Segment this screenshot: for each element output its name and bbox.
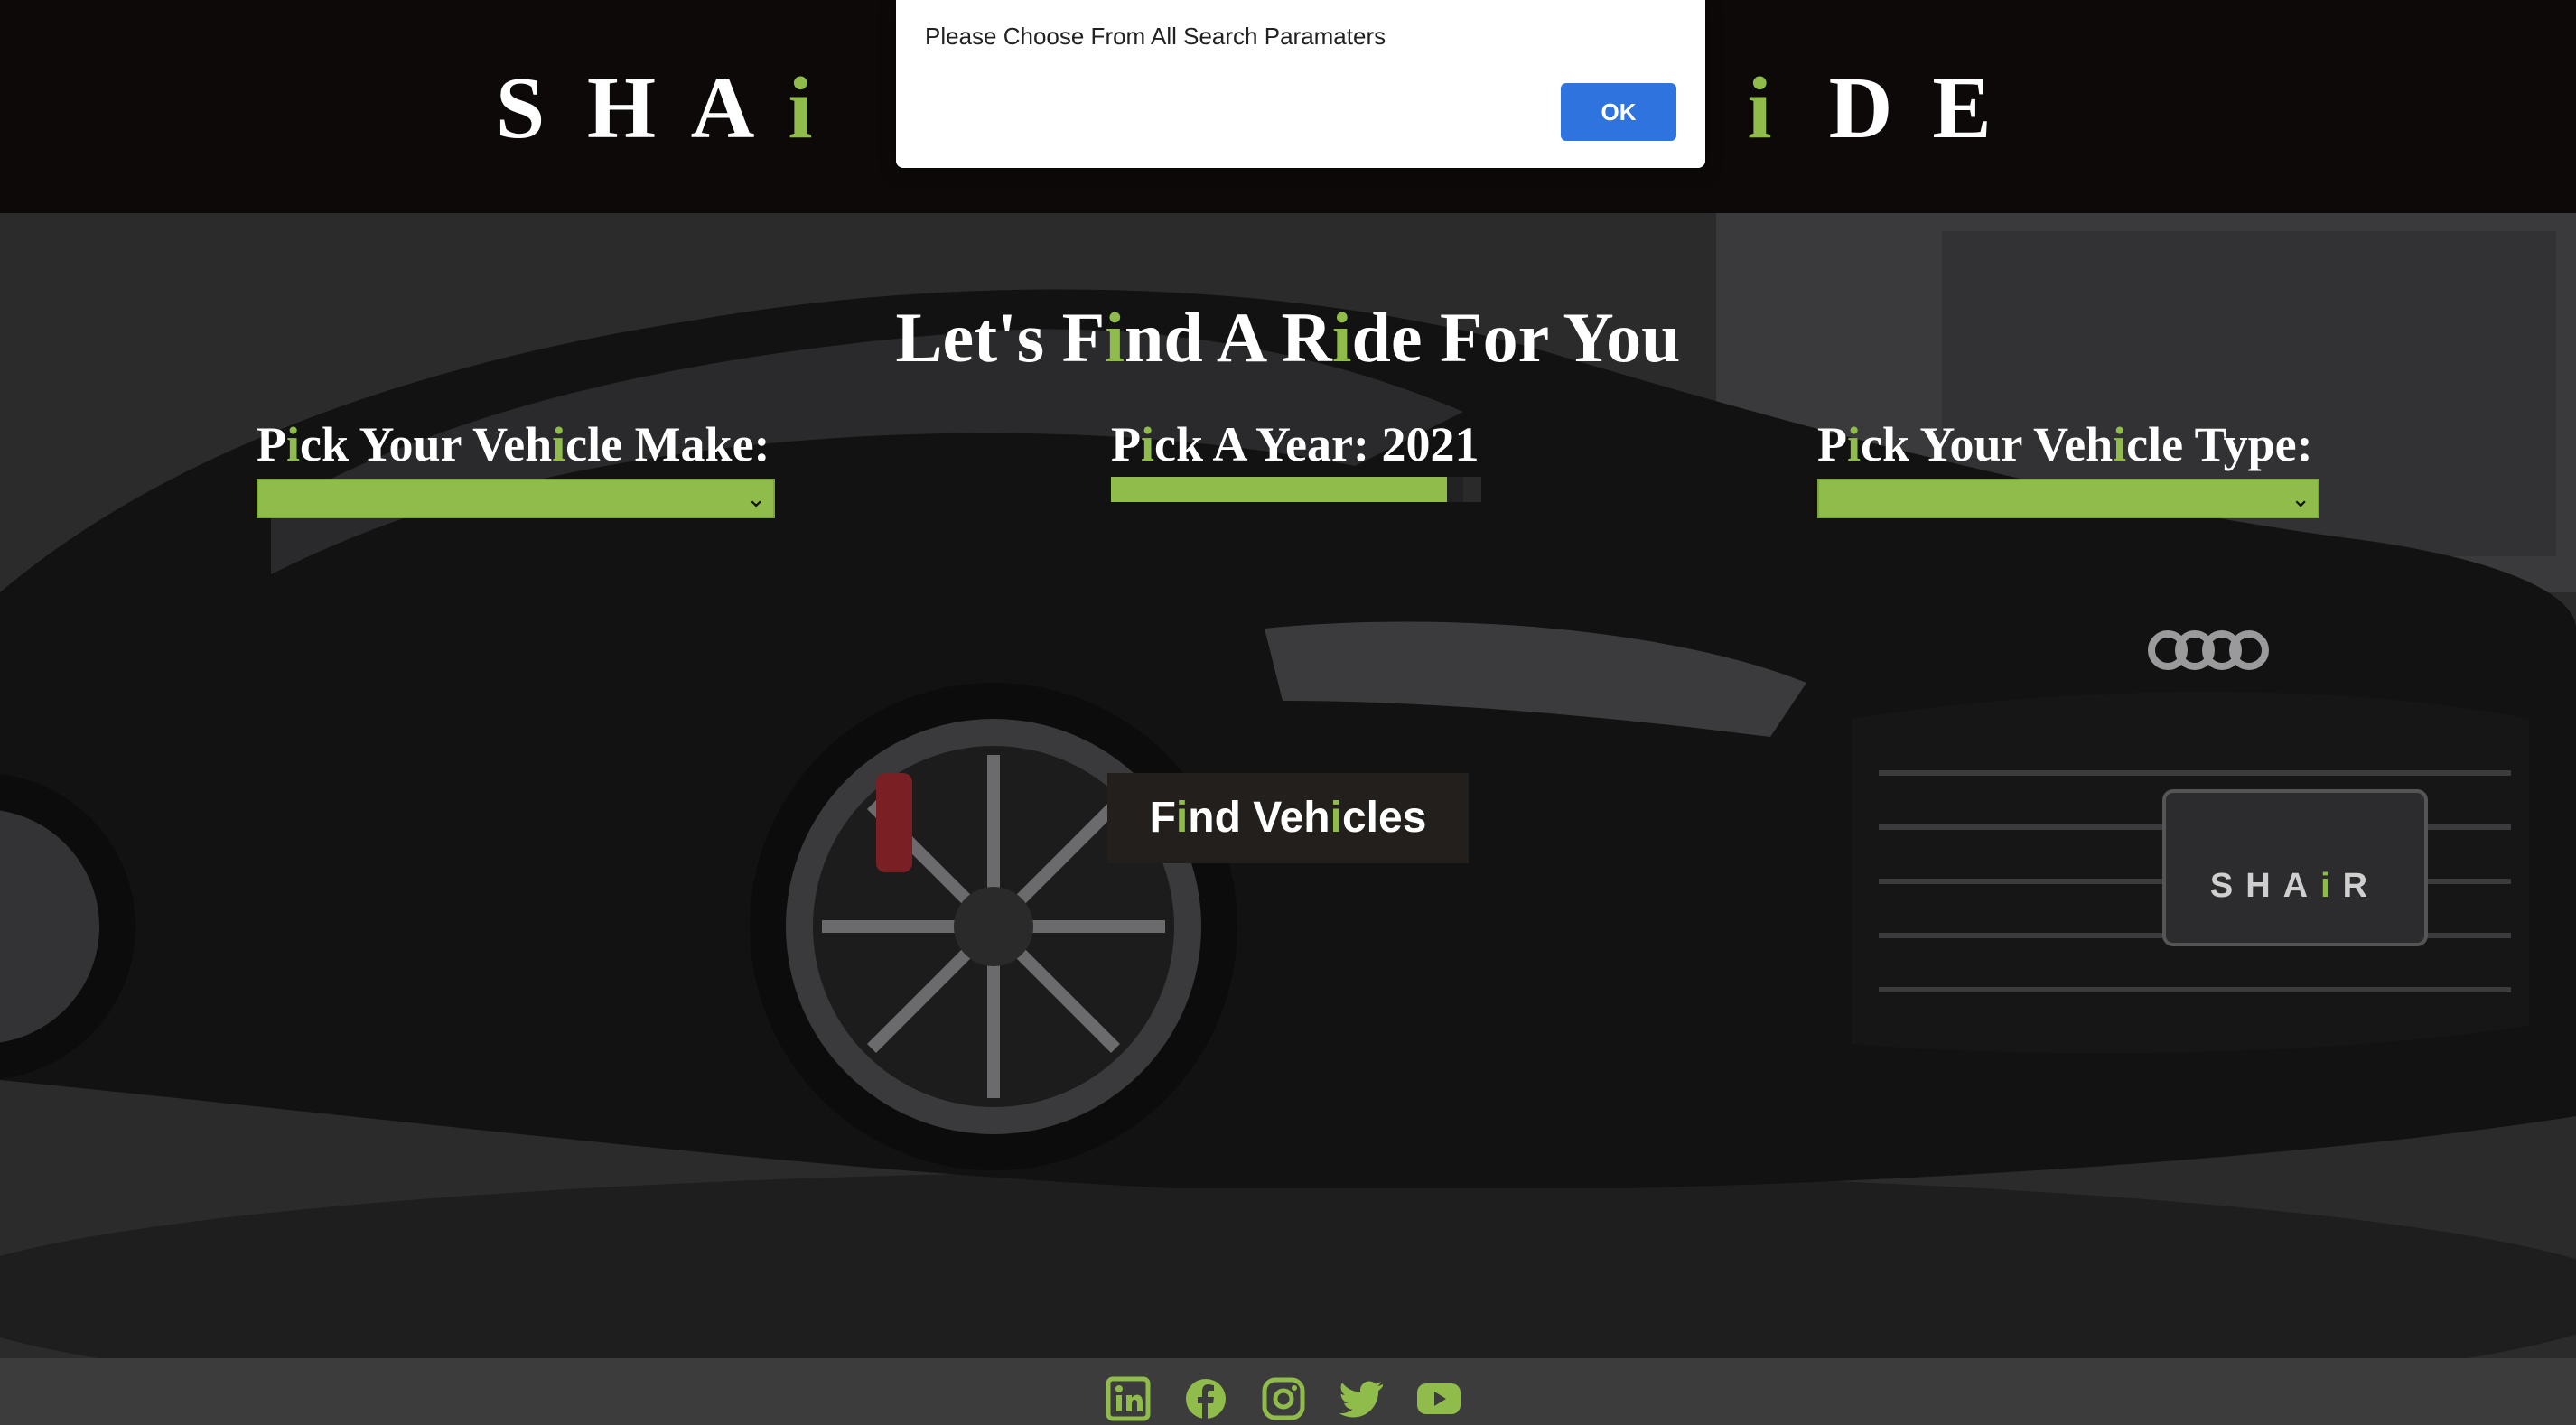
brand-letter: E: [1932, 60, 1992, 157]
site-footer: [0, 1358, 2576, 1425]
button-accent: i: [1330, 794, 1342, 842]
youtube-icon[interactable]: [1416, 1376, 1461, 1421]
vehicle-type-field: Pick Your Vehicle Type: ⌄: [1817, 415, 2319, 518]
label-text: cle Make:: [565, 417, 770, 471]
year-label: Pick A Year: 2021: [1111, 415, 1481, 473]
brand-letter: A: [690, 60, 755, 157]
chevron-down-icon: ⌄: [2291, 486, 2310, 513]
year-slider-fill: [1111, 477, 1447, 502]
label-accent: i: [1141, 417, 1155, 471]
button-text: cles: [1341, 794, 1427, 842]
button-accent: i: [1175, 794, 1189, 842]
label-text: P: [1111, 417, 1141, 471]
year-slider[interactable]: [1111, 477, 1481, 502]
twitter-icon[interactable]: [1339, 1376, 1384, 1421]
vehicle-make-field: Pick Your Vehicle Make: ⌄: [257, 415, 775, 518]
vehicle-type-select[interactable]: ⌄: [1817, 479, 2319, 518]
title-text: de For You: [1351, 298, 1681, 377]
year-slider-thumb[interactable]: [1447, 477, 1463, 502]
brand-letter-accent: i: [1747, 60, 1772, 157]
title-accent: i: [1331, 298, 1352, 377]
vehicle-type-label: Pick Your Vehicle Type:: [1817, 415, 2319, 473]
label-accent: i: [552, 417, 566, 471]
label-text: ck Your Veh: [300, 417, 553, 471]
button-text: F: [1149, 794, 1176, 842]
hero-section: SHAiR Let's Find A Ride For You Pick You…: [0, 213, 2576, 1358]
title-text: Let's F: [895, 298, 1106, 377]
title-accent: i: [1105, 298, 1125, 377]
linkedin-icon[interactable]: [1106, 1376, 1151, 1421]
label-text: ck Your Veh: [1861, 417, 2114, 471]
label-text: P: [257, 417, 286, 471]
label-accent: i: [2113, 417, 2127, 471]
brand-letter: H: [586, 60, 657, 157]
chevron-down-icon: ⌄: [746, 486, 766, 513]
label-accent: i: [1847, 417, 1862, 471]
label-accent: i: [286, 417, 301, 471]
vehicle-make-label: Pick Your Vehicle Make:: [257, 415, 775, 473]
alert-message: Please Choose From All Search Paramaters: [925, 23, 1386, 50]
vehicle-make-select[interactable]: ⌄: [257, 479, 775, 518]
facebook-icon[interactable]: [1183, 1376, 1228, 1421]
label-text: cle Type:: [2126, 417, 2313, 471]
brand-letter-accent: i: [788, 60, 813, 157]
year-field: Pick A Year: 2021: [1111, 415, 1481, 502]
hero-title: Let's Find A Ride For You: [0, 294, 2576, 381]
button-text: nd Veh: [1188, 794, 1330, 842]
label-text: P: [1817, 417, 1847, 471]
label-text: ck A Year: 2021: [1154, 417, 1479, 471]
brand-logo-left[interactable]: SHAi: [470, 58, 827, 159]
brand-letter: D: [1828, 60, 1893, 157]
svg-text:SHAiR: SHAiR: [2210, 867, 2380, 905]
alert-dialog: Please Choose From All Search Paramaters…: [896, 0, 1705, 168]
brand-letter: S: [495, 60, 546, 157]
instagram-icon[interactable]: [1261, 1376, 1306, 1421]
social-links: [1106, 1376, 1461, 1421]
alert-ok-button[interactable]: OK: [1561, 83, 1676, 141]
title-text: nd A R: [1124, 298, 1332, 377]
find-vehicles-button[interactable]: Find Vehicles: [1107, 773, 1469, 863]
